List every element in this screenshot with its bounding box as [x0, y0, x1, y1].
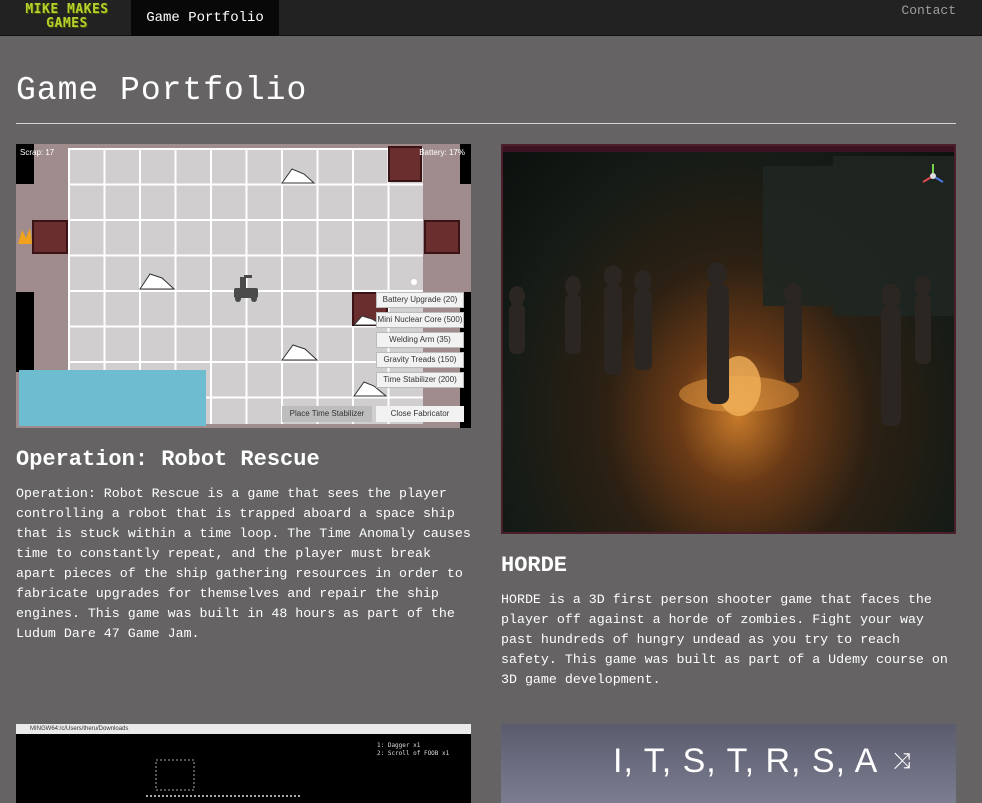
navbar: MIKE MAKES GAMES Game Portfolio Contact: [0, 0, 982, 36]
scrap-pile-icon: [139, 168, 388, 397]
cursor-icon: [411, 279, 417, 285]
brand-line-1: MIKE MAKES: [25, 2, 109, 17]
page-title: Game Portfolio: [16, 72, 308, 109]
robot-player-icon: [234, 275, 258, 302]
project-title[interactable]: Operation: Robot Rescue: [16, 447, 320, 472]
project-description: Operation: Robot Rescue is a game that s…: [16, 486, 471, 641]
robot-rescue-screenshot[interactable]: Scrap: 17 Battery: 17% Battery Upgrade (…: [16, 144, 471, 428]
brand-line-2: GAMES: [46, 16, 88, 31]
project-title[interactable]: HORDE: [501, 553, 567, 578]
dungeon-map: [146, 759, 300, 797]
roguelike-screenshot[interactable]: MINGW64:/c/Users/theru/Downloads 1: Dagg…: [16, 724, 471, 803]
nav-item-game-portfolio[interactable]: Game Portfolio: [131, 0, 279, 36]
horde-scene: [503, 146, 954, 426]
close-fabricator-button[interactable]: Close Fabricator: [376, 406, 464, 422]
letter-sequence: I, T, S, T, R, S, A: [613, 742, 879, 780]
hud-battery: Battery: 17%: [419, 148, 465, 157]
brand-logo[interactable]: MIKE MAKES GAMES: [18, 0, 116, 34]
fire-icon: [18, 228, 32, 244]
info-panel: [19, 370, 206, 426]
shuffle-icon[interactable]: ⤨: [893, 750, 911, 775]
hud-scrap: Scrap: 17: [20, 148, 55, 157]
divider: [16, 123, 956, 124]
word-game-screenshot[interactable]: I, T, S, T, R, S, A ⤨: [501, 724, 956, 803]
horde-screenshot[interactable]: [501, 144, 956, 534]
nav-item-contact[interactable]: Contact: [901, 0, 956, 22]
project-description: HORDE is a 3D first person shooter game …: [501, 592, 948, 687]
place-stabilizer-button[interactable]: Place Time Stabilizer: [282, 406, 372, 422]
upgrade-button[interactable]: Time Stabilizer (200): [376, 372, 464, 388]
upgrade-button[interactable]: Gravity Treads (150): [376, 352, 464, 368]
upgrade-button[interactable]: Battery Upgrade (20): [376, 292, 464, 308]
upgrade-button[interactable]: Welding Arm (35): [376, 332, 464, 348]
upgrade-button[interactable]: Mini Nuclear Core (500): [376, 312, 464, 328]
